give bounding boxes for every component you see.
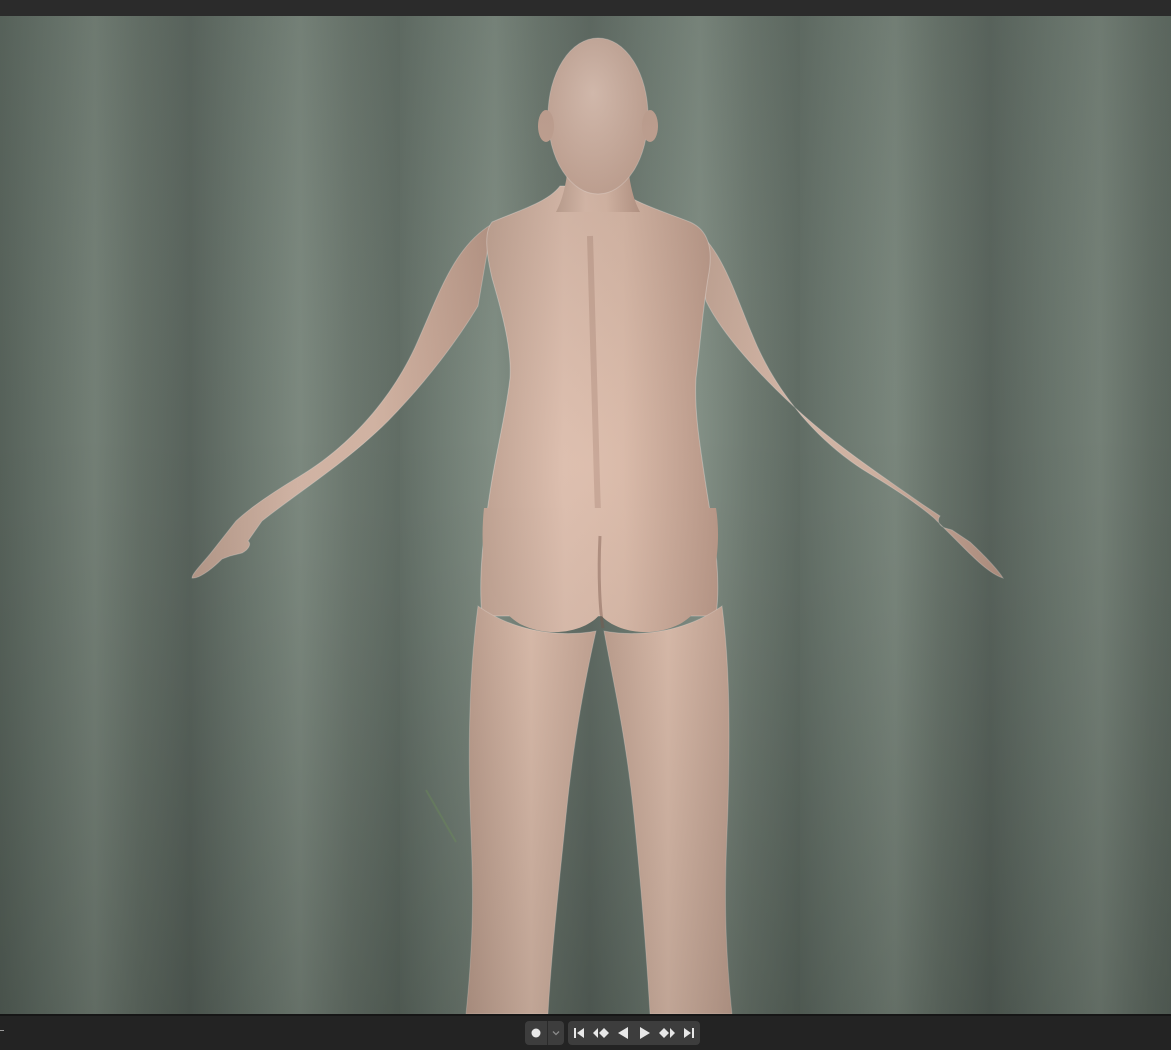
playback-controls	[525, 1021, 700, 1045]
jump-to-end-button[interactable]	[678, 1021, 700, 1045]
jump-to-next-keyframe-button[interactable]	[656, 1021, 678, 1045]
left-ear	[538, 110, 554, 142]
jump-end-icon	[684, 1028, 694, 1038]
header-bar	[0, 0, 1171, 17]
timeline-marker	[0, 1030, 4, 1031]
left-leg	[465, 605, 597, 1014]
prev-keyframe-icon	[593, 1028, 609, 1038]
play-icon	[640, 1027, 650, 1039]
right-leg	[603, 605, 733, 1014]
right-arm	[687, 222, 1005, 579]
left-arm	[191, 223, 493, 579]
jump-start-icon	[574, 1028, 584, 1038]
transport-group	[568, 1021, 700, 1045]
jump-to-previous-keyframe-button[interactable]	[590, 1021, 612, 1045]
right-ear	[642, 110, 658, 142]
3d-viewport[interactable]	[0, 16, 1171, 1014]
keying-group	[525, 1021, 564, 1045]
head	[547, 37, 649, 195]
play-button[interactable]	[634, 1021, 656, 1045]
record-keyframe-button[interactable]	[525, 1021, 547, 1045]
play-reverse-button[interactable]	[612, 1021, 634, 1045]
next-keyframe-icon	[659, 1028, 675, 1038]
record-dot-icon	[531, 1028, 541, 1038]
play-reverse-icon	[618, 1027, 628, 1039]
chevron-down-icon	[552, 1031, 560, 1036]
human-figure-back-view	[191, 37, 1005, 1014]
keying-dropdown-button[interactable]	[548, 1021, 564, 1045]
jump-to-start-button[interactable]	[568, 1021, 590, 1045]
blender-app	[0, 0, 1171, 1050]
